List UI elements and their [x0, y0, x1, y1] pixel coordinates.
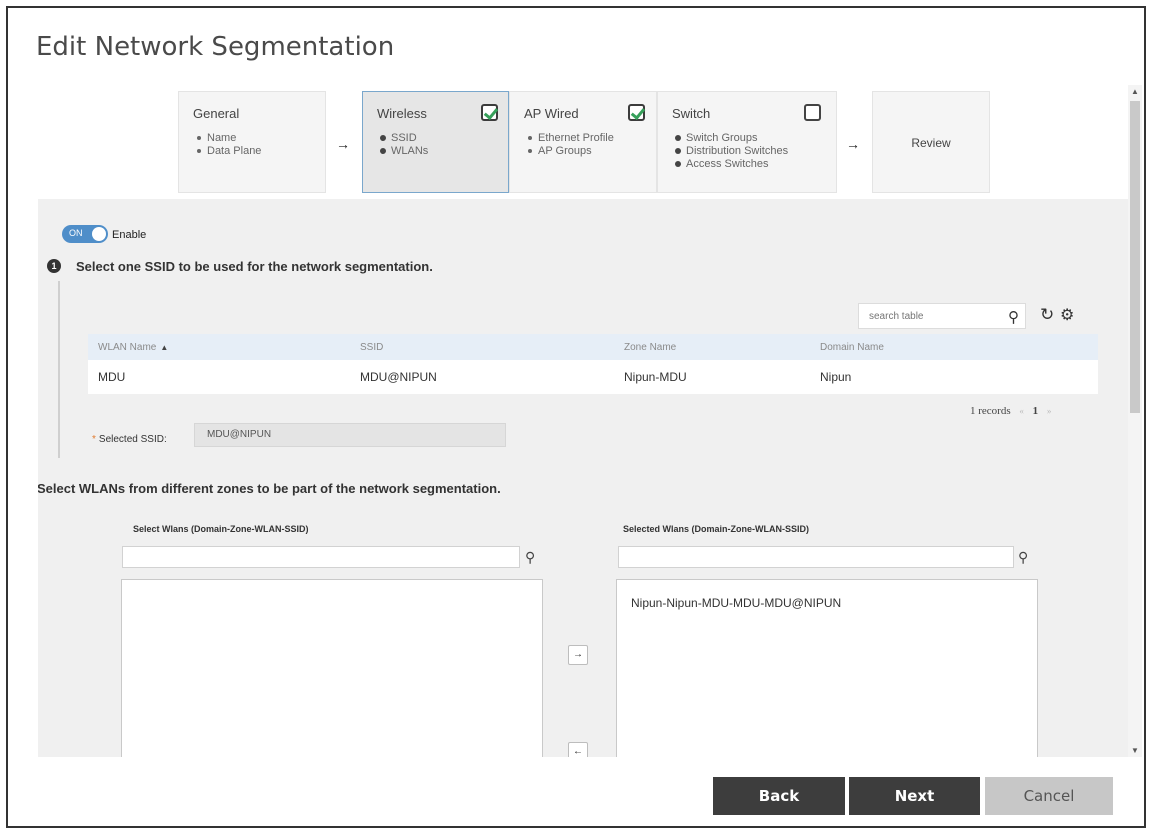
- column-header-label: WLAN Name: [98, 341, 157, 353]
- next-button[interactable]: Next: [849, 777, 980, 815]
- required-mark: *: [92, 434, 96, 445]
- step-ap-wired[interactable]: AP Wired Ethernet Profile AP Groups: [509, 91, 657, 193]
- vertical-scrollbar[interactable]: ▲ ▼: [1128, 85, 1142, 757]
- record-count: 1 records: [970, 405, 1011, 417]
- step-item: SSID: [379, 132, 428, 145]
- section-1-heading: Select one SSID to be used for the netwo…: [76, 259, 433, 274]
- search-icon[interactable]: ⚲: [525, 549, 535, 566]
- step-switch-items: Switch Groups Distribution Switches Acce…: [674, 132, 788, 171]
- step-item: Switch Groups: [674, 132, 788, 145]
- column-header-domain-name[interactable]: Domain Name: [810, 334, 1098, 360]
- step-wireless-items: SSID WLANs: [379, 132, 428, 158]
- wlan-table: WLAN Name ▲ SSID Zone Name Domain Name MD…: [88, 334, 1098, 394]
- selected-ssid-label: * Selected SSID:: [92, 434, 167, 445]
- cell-zone-name: Nipun-MDU: [614, 360, 810, 394]
- next-page-button[interactable]: »: [1047, 406, 1052, 416]
- check-icon: [628, 104, 645, 121]
- step-item: Ethernet Profile: [528, 132, 614, 145]
- list-item[interactable]: Nipun-Nipun-MDU-MDU-MDU@NIPUN: [631, 596, 841, 610]
- enable-toggle[interactable]: ON: [62, 225, 108, 243]
- column-header-wlan-name[interactable]: WLAN Name ▲: [88, 334, 350, 360]
- table-header-row: WLAN Name ▲ SSID Zone Name Domain Name: [88, 334, 1098, 360]
- refresh-icon[interactable]: ↻: [1040, 305, 1054, 325]
- available-wlans-label: Select Wlans (Domain-Zone-WLAN-SSID): [133, 524, 309, 534]
- arrow-right-icon: →: [846, 136, 860, 152]
- selected-wlans-list[interactable]: Nipun-Nipun-MDU-MDU-MDU@NIPUN: [616, 579, 1038, 757]
- step-switch[interactable]: Switch Switch Groups Distribution Switch…: [657, 91, 837, 193]
- table-row[interactable]: MDU MDU@NIPUN Nipun-MDU Nipun: [88, 360, 1098, 394]
- step-switch-title: Switch: [672, 106, 711, 121]
- selected-wlans-filter[interactable]: [618, 546, 1014, 568]
- scroll-down-icon[interactable]: ▼: [1131, 746, 1139, 755]
- step-general-title: General: [193, 106, 240, 121]
- step-ap-wired-items: Ethernet Profile AP Groups: [528, 132, 614, 158]
- arrow-right-icon: →: [336, 136, 350, 152]
- available-wlans-list[interactable]: [121, 579, 543, 757]
- add-wlan-button[interactable]: →: [568, 645, 588, 665]
- enable-label: Enable: [112, 229, 147, 241]
- toggle-state: ON: [69, 228, 83, 238]
- toggle-knob: [92, 227, 106, 241]
- cell-ssid: MDU@NIPUN: [350, 360, 614, 394]
- step-item: Name: [197, 132, 261, 145]
- table-search: ⚲: [858, 303, 1026, 329]
- column-header-ssid[interactable]: SSID: [350, 334, 614, 360]
- check-icon: [481, 104, 498, 121]
- page-number[interactable]: 1: [1033, 405, 1039, 417]
- checkbox-empty-icon: [804, 104, 821, 121]
- cell-domain-name: Nipun: [810, 360, 1098, 394]
- page-title: Edit Network Segmentation: [36, 32, 395, 62]
- step-number-badge: 1: [47, 259, 61, 273]
- back-button[interactable]: Back: [713, 777, 845, 815]
- step-item: AP Groups: [528, 145, 614, 158]
- selected-wlans-label: Selected Wlans (Domain-Zone-WLAN-SSID): [623, 524, 810, 534]
- step-item: Access Switches: [674, 158, 788, 171]
- step-ap-wired-title: AP Wired: [524, 106, 579, 121]
- available-wlans-filter[interactable]: [122, 546, 520, 568]
- section-divider: [58, 281, 60, 458]
- remove-wlan-button[interactable]: ←: [568, 742, 588, 757]
- step-item: WLANs: [379, 145, 428, 158]
- pagination: 1 records « 1 »: [970, 405, 1057, 417]
- column-header-zone-name[interactable]: Zone Name: [614, 334, 810, 360]
- scrollbar-thumb[interactable]: [1130, 101, 1140, 413]
- selected-ssid-field: MDU@NIPUN: [194, 423, 506, 447]
- step-general-items: Name Data Plane: [197, 132, 261, 158]
- step-wireless[interactable]: Wireless SSID WLANs: [362, 91, 509, 193]
- step-item: Data Plane: [197, 145, 261, 158]
- cell-wlan-name: MDU: [88, 360, 350, 394]
- search-input[interactable]: [859, 304, 995, 328]
- search-icon[interactable]: ⚲: [1018, 549, 1028, 566]
- cancel-button[interactable]: Cancel: [985, 777, 1113, 815]
- section-2-heading: Select WLANs from different zones to be …: [38, 481, 501, 496]
- step-review[interactable]: Review: [872, 91, 990, 193]
- gear-icon[interactable]: ⚙: [1060, 305, 1074, 325]
- step-general[interactable]: General Name Data Plane: [178, 91, 326, 193]
- sort-ascending-icon: ▲: [160, 342, 169, 352]
- selected-ssid-label-text: Selected SSID:: [98, 434, 167, 445]
- step-item: Distribution Switches: [674, 145, 788, 158]
- scroll-up-icon[interactable]: ▲: [1131, 87, 1139, 96]
- search-icon[interactable]: ⚲: [1008, 308, 1019, 326]
- content-panel: ON Enable 1 Select one SSID to be used f…: [38, 199, 1128, 757]
- step-wireless-title: Wireless: [377, 106, 427, 121]
- prev-page-button[interactable]: «: [1019, 406, 1024, 416]
- step-review-title: Review: [911, 136, 951, 150]
